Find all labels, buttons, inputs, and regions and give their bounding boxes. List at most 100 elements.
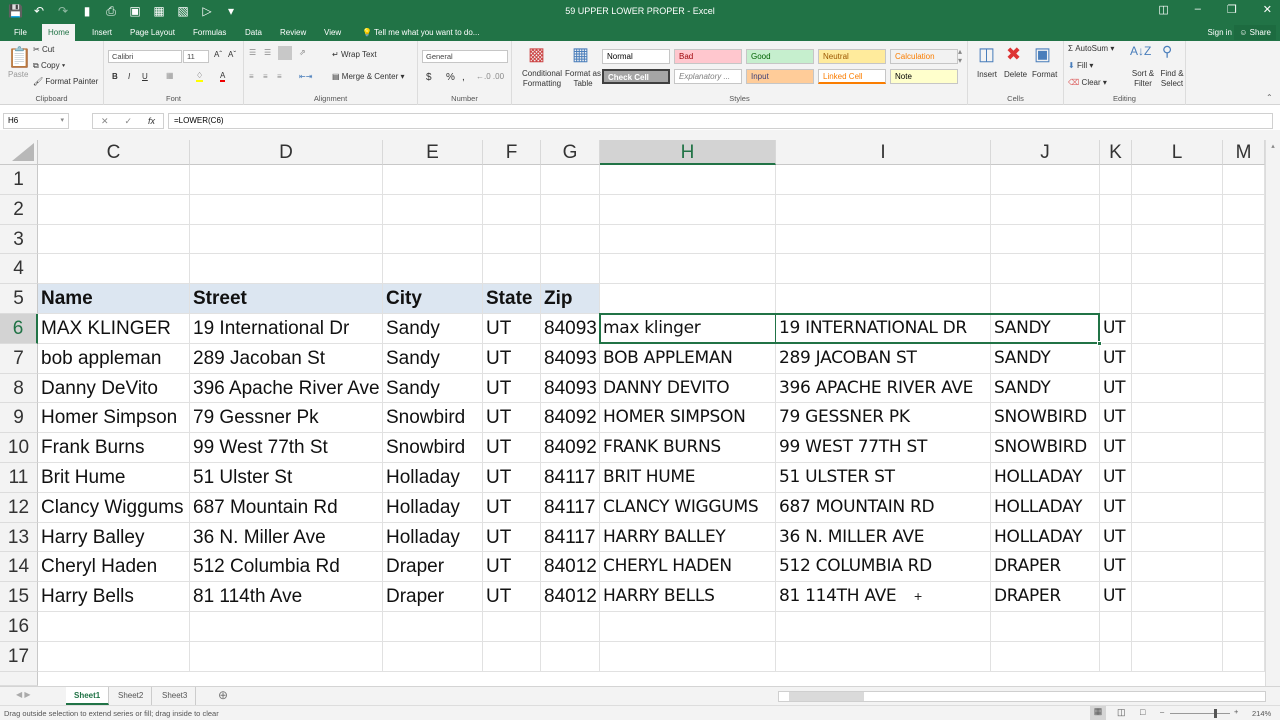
cell-g11[interactable]: 84117 (541, 463, 600, 493)
cell-k10[interactable]: UT (1100, 433, 1132, 463)
cell-i13[interactable]: 36 N. MILLER AVE (776, 522, 991, 553)
cell-e10[interactable]: Snowbird (383, 433, 483, 463)
cell-d8[interactable]: 396 Apache River Ave (190, 373, 383, 404)
cell-l15[interactable] (1132, 582, 1223, 612)
cell-f4[interactable] (483, 254, 541, 285)
percent-button[interactable]: % (446, 72, 455, 83)
cell-c10[interactable]: Frank Burns (38, 433, 190, 463)
cell-m15[interactable] (1223, 582, 1265, 612)
cell-g3[interactable] (541, 224, 600, 255)
bottom-align-icon[interactable] (278, 46, 292, 60)
insert-cells-icon[interactable]: ◫ (978, 44, 995, 65)
cell-g16[interactable] (541, 612, 600, 642)
cell-k8[interactable]: UT (1100, 373, 1132, 404)
normal-view-icon[interactable]: ▦ (1090, 706, 1106, 720)
row-header-16[interactable]: 16 (0, 612, 38, 642)
cell-j14[interactable]: DRAPER (991, 552, 1100, 583)
cell-j7[interactable]: SANDY (991, 343, 1100, 374)
cell-g14[interactable]: 84012 (541, 552, 600, 583)
cell-style-input[interactable]: Input (746, 69, 814, 84)
paste-icon[interactable]: 📋 (7, 45, 32, 70)
cell-h11[interactable]: BRIT HUME (600, 463, 776, 493)
enter-icon[interactable]: ✓ (124, 116, 132, 127)
cell-e15[interactable]: Draper (383, 582, 483, 612)
cell-m1[interactable] (1223, 165, 1265, 195)
indent-icons[interactable]: ⇤⇥ (299, 72, 312, 81)
cell-f6[interactable]: UT (483, 314, 541, 344)
row-header-13[interactable]: 13 (0, 522, 38, 553)
copy-button[interactable]: ⧉ Copy ▾ (33, 61, 65, 71)
cell-g12[interactable]: 84117 (541, 492, 600, 523)
cell-l11[interactable] (1132, 463, 1223, 493)
cell-e2[interactable] (383, 194, 483, 225)
add-sheet-button[interactable]: ⊕ (218, 688, 228, 702)
cell-d2[interactable] (190, 194, 383, 225)
cell-l6[interactable] (1132, 314, 1223, 344)
cell-i11[interactable]: 51 ULSTER ST (776, 463, 991, 493)
cell-f10[interactable]: UT (483, 433, 541, 463)
zoom-slider[interactable] (1170, 713, 1230, 714)
row-header-12[interactable]: 12 (0, 492, 38, 523)
cell-j8[interactable]: SANDY (991, 373, 1100, 404)
paste-button[interactable]: Paste (8, 70, 28, 79)
cell-l2[interactable] (1132, 194, 1223, 225)
column-header-l[interactable]: L (1132, 140, 1223, 165)
cell-i2[interactable] (776, 194, 991, 225)
cell-h8[interactable]: DANNY DEVITO (600, 373, 776, 404)
cell-style-good[interactable]: Good (746, 49, 814, 64)
restore-icon[interactable]: ❐ (1227, 3, 1237, 16)
cell-e3[interactable] (383, 224, 483, 255)
cell-d17[interactable] (190, 641, 383, 672)
cell-l10[interactable] (1132, 433, 1223, 463)
cell-l17[interactable] (1132, 641, 1223, 672)
cell-c17[interactable] (38, 641, 190, 672)
cell-m11[interactable] (1223, 463, 1265, 493)
cell-j13[interactable]: HOLLADAY (991, 522, 1100, 553)
cell-i1[interactable] (776, 165, 991, 195)
cell-c1[interactable] (38, 165, 190, 195)
cell-f14[interactable]: UT (483, 552, 541, 583)
tab-page-layout[interactable]: Page Layout (124, 24, 181, 41)
cell-k5[interactable] (1100, 284, 1132, 314)
cell-f9[interactable]: UT (483, 403, 541, 434)
cell-k6[interactable]: UT (1100, 314, 1132, 344)
cell-k13[interactable]: UT (1100, 522, 1132, 553)
cell-j17[interactable] (991, 641, 1100, 672)
cell-j10[interactable]: SNOWBIRD (991, 433, 1100, 463)
cell-h10[interactable]: FRANK BURNS (600, 433, 776, 463)
share-button[interactable]: ☺ Share (1234, 25, 1276, 40)
magnifier-icon[interactable]: ⚲ (1162, 43, 1172, 60)
column-header-c[interactable]: C (38, 140, 190, 165)
cell-f5[interactable]: State (483, 284, 541, 314)
cell-j4[interactable] (991, 254, 1100, 285)
cell-i4[interactable] (776, 254, 991, 285)
cell-m8[interactable] (1223, 373, 1265, 404)
format-as-table-icon[interactable]: ▦ (572, 44, 589, 65)
cell-l4[interactable] (1132, 254, 1223, 285)
cell-h12[interactable]: CLANCY WIGGUMS (600, 492, 776, 523)
cell-k17[interactable] (1100, 641, 1132, 672)
delete-cells-icon[interactable]: ✖ (1006, 44, 1021, 65)
cell-m9[interactable] (1223, 403, 1265, 434)
orientation-icon[interactable]: ⇗ (299, 48, 306, 57)
cell-i15[interactable]: 81 114TH AVE (776, 582, 991, 612)
row-header-7[interactable]: 7 (0, 343, 38, 374)
cell-l5[interactable] (1132, 284, 1223, 314)
cell-c12[interactable]: Clancy Wiggums (38, 492, 190, 523)
cell-g13[interactable]: 84117 (541, 522, 600, 553)
cell-h3[interactable] (600, 224, 776, 255)
cell-d13[interactable]: 36 N. Miller Ave (190, 522, 383, 553)
row-header-5[interactable]: 5 (0, 284, 38, 314)
cell-h6[interactable]: max klinger (600, 314, 776, 344)
cell-d5[interactable]: Street (190, 284, 383, 314)
cell-e1[interactable] (383, 165, 483, 195)
cell-g7[interactable]: 84093 (541, 343, 600, 374)
cell-f11[interactable]: UT (483, 463, 541, 493)
collapse-ribbon-icon[interactable]: ⌃ (1266, 93, 1273, 102)
align-left-icon[interactable]: ≡ (249, 72, 254, 81)
cell-h5[interactable] (600, 284, 776, 314)
tab-home[interactable]: Home (42, 24, 76, 41)
cell-c9[interactable]: Homer Simpson (38, 403, 190, 434)
page-layout-view-icon[interactable]: ◫ (1117, 707, 1126, 718)
cell-f17[interactable] (483, 641, 541, 672)
